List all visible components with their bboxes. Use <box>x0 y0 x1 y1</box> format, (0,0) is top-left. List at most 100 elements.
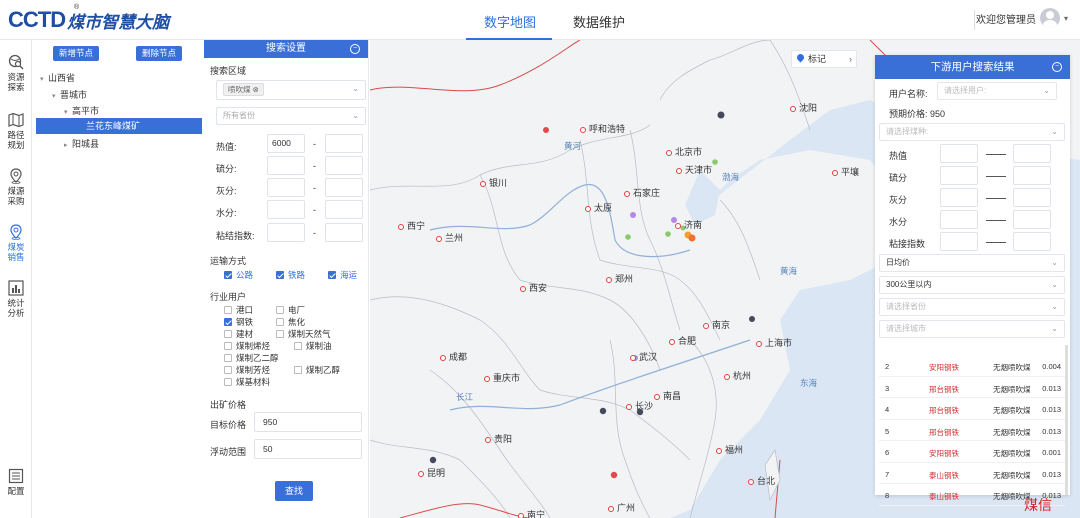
caking-max-input[interactable] <box>1013 232 1051 251</box>
city-label: 平壤 <box>832 165 859 178</box>
ash-min-input[interactable] <box>267 178 305 197</box>
search-area-label: 搜索区域 <box>210 66 247 76</box>
city-label: 广州 <box>608 501 635 514</box>
table-row[interactable]: 7 泰山钢铁 无烟喷吹煤 0.013 <box>879 463 1065 484</box>
range-dash: - <box>313 228 316 238</box>
tab-data-maintenance[interactable]: 数据维护 <box>573 12 625 31</box>
caret-down-icon[interactable]: ▾ <box>40 75 48 83</box>
industry-port-checkbox[interactable]: 港口 <box>224 304 253 316</box>
city-label: 昆明 <box>418 466 445 479</box>
tree-node-yangcheng[interactable]: ▸ 阳城县 <box>64 137 99 150</box>
city-label: 济南 <box>675 218 702 231</box>
rail-item-resource-explore[interactable]: 资源 探索 <box>0 54 32 92</box>
city-label: 太原 <box>585 201 612 214</box>
table-row[interactable]: 2 安阳钢铁 无烟喷吹煤 0.004 <box>879 355 1065 377</box>
org-tree-panel: 新增节点 删除节点 ▾ 山西省 ▾ 晋城市 ▾ 高平市 兰花东峰煤矿 ▸ 阳城县 <box>36 40 202 518</box>
rail-item-coal-sales[interactable]: 煤炭 销售 <box>0 224 32 262</box>
rail-label: 配置 <box>7 486 25 496</box>
city-select[interactable]: 请选择城市 ⌄ <box>879 320 1065 338</box>
coal-type-select[interactable]: 请选择煤种: ⌄ <box>879 123 1065 141</box>
calorific-min-input[interactable]: 6000 <box>267 134 305 153</box>
rail-item-route-planning[interactable]: 路径 规划 <box>0 112 32 150</box>
tree-node-jincheng[interactable]: ▾ 晋城市 <box>52 88 87 101</box>
city-label: 呼和浩特 <box>580 122 625 135</box>
avatar[interactable] <box>1039 8 1060 28</box>
rail-item-statistics[interactable]: 统计 分析 <box>0 280 32 318</box>
sulfur-max-input[interactable] <box>325 156 363 175</box>
tree-node-lanhua-dongfeng[interactable]: 兰花东峰煤矿 <box>36 118 202 134</box>
caking-max-input[interactable] <box>325 223 363 242</box>
caking-min-input[interactable] <box>267 223 305 242</box>
industry-power-checkbox[interactable]: 电厂 <box>276 304 305 316</box>
results-scrollbar[interactable] <box>1065 345 1068 495</box>
metric-label: 水分 <box>889 217 908 227</box>
moisture-max-input[interactable] <box>325 200 363 219</box>
price-type-select[interactable]: 日均价 ⌄ <box>879 254 1065 272</box>
industry-coal-ethanol-checkbox[interactable]: 煤制乙醇 <box>294 364 340 376</box>
sulfur-min-input[interactable] <box>940 166 978 185</box>
moisture-min-input[interactable] <box>940 210 978 229</box>
industry-coking-checkbox[interactable]: 焦化 <box>276 316 305 328</box>
find-button[interactable]: 查找 <box>275 481 313 501</box>
ash-max-input[interactable] <box>1013 188 1051 207</box>
moisture-min-input[interactable] <box>267 200 305 219</box>
industry-coal-material-checkbox[interactable]: 煤基材料 <box>224 376 270 388</box>
float-range-input[interactable]: 50 <box>254 439 362 459</box>
collapse-icon[interactable]: − <box>350 44 360 54</box>
industry-coal-olefin-checkbox[interactable]: 煤制烯烃 <box>224 340 270 352</box>
target-price-input[interactable]: 950 <box>254 412 362 432</box>
table-row[interactable]: 6 安阳钢铁 无烟喷吹煤 0.001 <box>879 441 1065 463</box>
ash-min-input[interactable] <box>940 188 978 207</box>
coal-type-select[interactable]: 喷吹煤 ⊗ ⌄ <box>216 80 366 100</box>
caking-min-input[interactable] <box>940 232 978 251</box>
calorific-max-input[interactable] <box>325 134 363 153</box>
sulfur-min-input[interactable] <box>267 156 305 175</box>
city-label: 兰州 <box>436 231 463 244</box>
row-label-ash: 灰分: <box>216 186 237 196</box>
collapse-icon[interactable]: − <box>1052 62 1062 72</box>
caret-right-icon[interactable]: ▸ <box>64 141 72 149</box>
industry-steel-checkbox[interactable]: 钢铁 <box>224 316 253 328</box>
chevron-down-icon[interactable]: ▾ <box>1064 14 1068 23</box>
chevron-down-icon: ⌄ <box>1051 324 1058 333</box>
user-name-select[interactable]: 请选择用户: ⌄ <box>937 82 1057 100</box>
caret-down-icon[interactable]: ▾ <box>64 108 72 116</box>
transport-road-checkbox[interactable]: 公路 <box>224 269 253 281</box>
delete-node-button[interactable]: 删除节点 <box>136 46 183 61</box>
mark-button[interactable]: 标记 › <box>791 50 857 68</box>
industry-coal-aromatics-checkbox[interactable]: 煤制芳烃 <box>224 364 270 376</box>
province-select[interactable]: 请选择省份 ⌄ <box>879 298 1065 316</box>
user-menu[interactable]: 欢迎您管理员 ▾ <box>976 8 1068 28</box>
tree-node-shanxi[interactable]: ▾ 山西省 <box>40 71 75 84</box>
table-row[interactable]: 3 邢台钢铁 无烟喷吹煤 0.013 <box>879 377 1065 398</box>
app-header: CCTD ® 煤市智慧大脑 数字地图 数据维护 欢迎您管理员 ▾ <box>0 0 1080 40</box>
tab-digital-map[interactable]: 数字地图 <box>484 12 536 31</box>
tree-node-gaoping[interactable]: ▾ 高平市 <box>64 104 99 117</box>
app-logo[interactable]: CCTD ® 煤市智慧大脑 <box>8 4 169 34</box>
table-row[interactable]: 5 邢台钢铁 无烟喷吹煤 0.013 <box>879 420 1065 441</box>
rail-item-coal-purchase[interactable]: 煤源 采购 <box>0 168 32 206</box>
transport-sea-checkbox[interactable]: 海运 <box>328 269 357 281</box>
industry-building-checkbox[interactable]: 建材 <box>224 328 253 340</box>
calorific-min-input[interactable] <box>940 144 978 163</box>
transport-rail-checkbox[interactable]: 铁路 <box>276 269 305 281</box>
chevron-right-icon[interactable]: › <box>849 51 852 67</box>
selected-chip[interactable]: 喷吹煤 ⊗ <box>223 83 264 96</box>
industry-coal-oil-checkbox[interactable]: 煤制油 <box>294 340 332 352</box>
caret-down-icon[interactable]: ▾ <box>52 92 60 100</box>
industry-coal-glycol-checkbox[interactable]: 煤制乙二醇 <box>224 352 279 364</box>
table-row[interactable]: 4 邢台钢铁 无烟喷吹煤 0.013 <box>879 398 1065 420</box>
chevron-down-icon: ⌄ <box>352 84 359 93</box>
city-label: 天津市 <box>676 163 712 176</box>
city-label: 成都 <box>440 350 467 363</box>
province-select[interactable]: 所有省份 ⌄ <box>216 107 366 125</box>
distance-select[interactable]: 300公里以内 ⌄ <box>879 276 1065 294</box>
calorific-max-input[interactable] <box>1013 144 1051 163</box>
row-label-sulfur: 硫分: <box>216 164 237 174</box>
ash-max-input[interactable] <box>325 178 363 197</box>
moisture-max-input[interactable] <box>1013 210 1051 229</box>
sulfur-max-input[interactable] <box>1013 166 1051 185</box>
add-node-button[interactable]: 新增节点 <box>53 46 100 61</box>
industry-coal-gas-checkbox[interactable]: 煤制天然气 <box>276 328 331 340</box>
rail-item-config[interactable]: 配置 <box>0 468 32 496</box>
